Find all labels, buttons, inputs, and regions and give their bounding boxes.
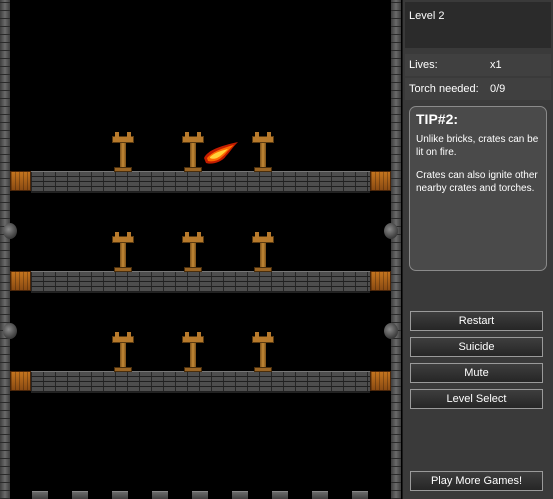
- lives-row: Lives: x1: [405, 54, 551, 76]
- torch: [182, 332, 204, 372]
- torch: [182, 132, 204, 172]
- torch: [252, 332, 274, 372]
- tip-title: TIP#2:: [416, 111, 459, 127]
- crate: [10, 271, 31, 291]
- floor-block: [72, 491, 88, 499]
- brick-row: [31, 271, 370, 293]
- level-select-button[interactable]: Level Select: [410, 389, 543, 409]
- level-label: Level 2: [409, 10, 445, 22]
- right-wall: [391, 0, 401, 499]
- tip-box: TIP#2: Unlike bricks, crates can be lit …: [409, 106, 547, 271]
- torch: [112, 232, 134, 272]
- game-area[interactable]: [0, 0, 402, 499]
- tip-paragraph: Crates can also ignite other nearby crat…: [416, 170, 538, 194]
- floor-block: [32, 491, 48, 499]
- side-panel: Level 2 Lives: x1 Torch needed: 0/9 TIP#…: [402, 0, 553, 499]
- floor-block: [152, 491, 168, 499]
- floor-block: [272, 491, 288, 499]
- brick-platform: [10, 271, 391, 293]
- mute-button[interactable]: Mute: [410, 363, 543, 383]
- lives-label: Lives:: [409, 59, 438, 71]
- brick-platform: [10, 171, 391, 193]
- left-wall: [0, 0, 10, 499]
- torch: [252, 232, 274, 272]
- torch-needed-label: Torch needed:: [409, 83, 479, 95]
- crate: [370, 371, 391, 391]
- crate: [370, 271, 391, 291]
- brick-row: [31, 371, 370, 393]
- crate: [370, 171, 391, 191]
- brick-row: [31, 171, 370, 193]
- torch: [112, 332, 134, 372]
- torch: [252, 132, 274, 172]
- torch-needed-row: Torch needed: 0/9: [405, 78, 551, 100]
- lives-value: x1: [490, 59, 502, 71]
- floor-block: [312, 491, 328, 499]
- torch: [182, 232, 204, 272]
- level-indicator: Level 2: [405, 2, 551, 48]
- fireball-player: [204, 142, 238, 164]
- wall-knob: [3, 323, 17, 339]
- tip-paragraph: Unlike bricks, crates can be lit on fire…: [416, 134, 539, 158]
- play-more-games-button[interactable]: Play More Games!: [410, 471, 543, 491]
- torch-needed-value: 0/9: [490, 83, 506, 95]
- wall-knob: [384, 223, 398, 239]
- torch: [112, 132, 134, 172]
- floor-block: [232, 491, 248, 499]
- restart-button[interactable]: Restart: [410, 311, 543, 331]
- floor-block: [192, 491, 208, 499]
- brick-platform: [10, 371, 391, 393]
- crate: [10, 171, 31, 191]
- suicide-button[interactable]: Suicide: [410, 337, 543, 357]
- wall-knob: [384, 323, 398, 339]
- wall-knob: [3, 223, 17, 239]
- floor-block: [112, 491, 128, 499]
- floor-block: [352, 491, 368, 499]
- crate: [10, 371, 31, 391]
